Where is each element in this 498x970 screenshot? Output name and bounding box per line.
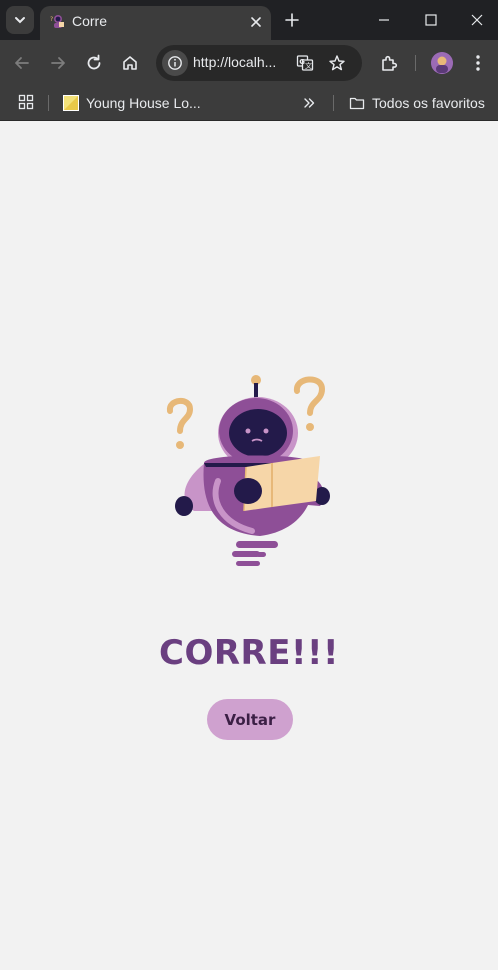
question-mark-left	[167, 398, 194, 434]
extensions-icon[interactable]	[378, 52, 400, 74]
folder-icon	[349, 97, 365, 110]
reload-icon[interactable]	[83, 52, 105, 74]
svg-text:文: 文	[305, 61, 312, 70]
address-bar[interactable]: http://localh... G文	[156, 45, 362, 81]
maximize-icon[interactable]	[421, 10, 441, 30]
home-icon[interactable]	[119, 52, 141, 74]
all-bookmarks-folder[interactable]: Todos os favoritos	[349, 91, 485, 115]
new-tab-icon[interactable]	[282, 10, 302, 30]
window-close-icon[interactable]	[467, 10, 487, 30]
bookmarks-separator	[333, 95, 334, 111]
menu-dots-icon[interactable]	[467, 52, 489, 74]
page-headline: CORRE!!!	[159, 633, 339, 673]
all-bookmarks-label: Todos os favoritos	[372, 95, 485, 111]
site-info-button[interactable]	[162, 50, 188, 76]
page-content: CORRE!!! Voltar	[0, 121, 498, 970]
close-icon[interactable]	[249, 15, 263, 29]
bookmark-favicon	[63, 95, 79, 111]
site-info-icon	[168, 56, 182, 70]
question-mark-right	[294, 376, 326, 416]
chevron-down-icon	[15, 17, 25, 24]
chevron-double-icon[interactable]	[302, 96, 316, 110]
tab-title: Corre	[72, 13, 108, 29]
url-text[interactable]: http://localh...	[193, 54, 276, 70]
bookmark-item[interactable]: Young House Lo...	[63, 91, 201, 115]
star-icon[interactable]	[328, 54, 346, 72]
minimize-icon[interactable]	[374, 10, 394, 30]
forward-arrow-icon[interactable]	[47, 52, 69, 74]
confused-robot-illustration	[167, 375, 330, 566]
back-arrow-icon[interactable]	[11, 52, 33, 74]
toolbar-separator	[415, 55, 416, 71]
tab-search-button[interactable]	[6, 6, 34, 34]
bookmarks-bar: Young House Lo... Todos os favoritos	[0, 86, 498, 121]
translate-icon[interactable]: G文	[296, 54, 314, 72]
avatar-image	[431, 52, 453, 74]
bookmarks-separator	[48, 95, 49, 111]
active-tab[interactable]: ? Corre	[40, 6, 271, 40]
favicon-icon: ?	[50, 15, 64, 28]
back-button[interactable]: Voltar	[207, 699, 293, 740]
profile-avatar[interactable]	[431, 52, 453, 74]
tab-strip: ? Corre	[0, 0, 498, 40]
apps-grid-icon[interactable]	[18, 94, 34, 110]
svg-text:?: ?	[50, 16, 53, 23]
browser-toolbar: http://localh... G文	[0, 40, 498, 86]
bookmark-label: Young House Lo...	[86, 95, 201, 111]
